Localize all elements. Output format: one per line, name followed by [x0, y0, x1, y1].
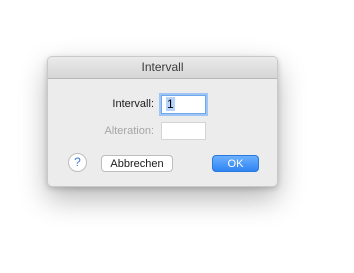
- dialog-titlebar: Intervall: [48, 57, 277, 79]
- cancel-button[interactable]: Abbrechen: [101, 155, 173, 172]
- alteration-label: Alteration:: [104, 125, 154, 137]
- dialog-title: Intervall: [141, 60, 184, 74]
- intervall-label: Intervall:: [112, 98, 154, 110]
- help-button[interactable]: ?: [68, 153, 87, 172]
- intervall-input-value: 1: [166, 97, 175, 111]
- intervall-input[interactable]: 1: [161, 95, 206, 114]
- question-mark-icon: ?: [74, 155, 81, 169]
- interval-dialog: Intervall Intervall: 1 Alteration: ? Abb…: [47, 56, 278, 187]
- alteration-input: [161, 122, 206, 140]
- ok-button[interactable]: OK: [212, 155, 259, 172]
